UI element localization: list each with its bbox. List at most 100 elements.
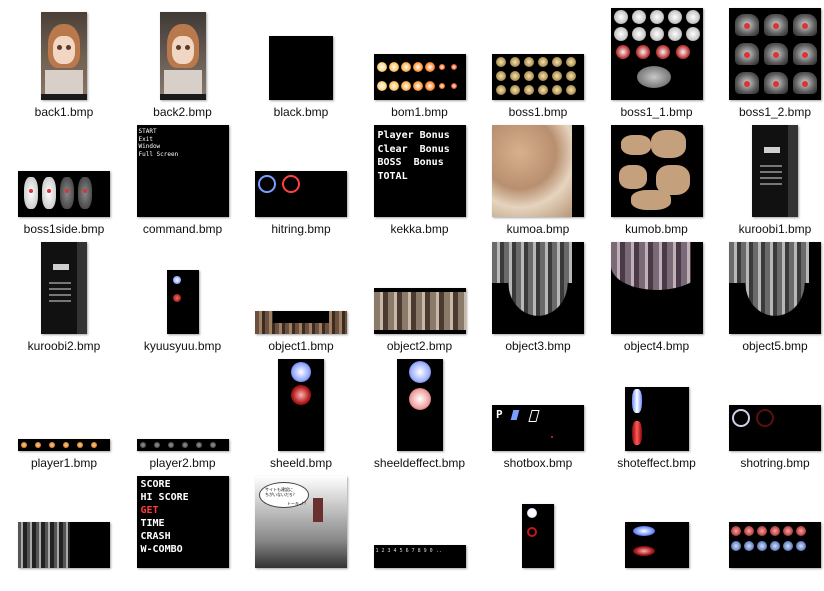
file-item[interactable]: kuroobi2.bmp — [5, 240, 123, 357]
file-thumbnail[interactable]: START Exit Window Full Screen — [136, 125, 229, 217]
file-thumbnail[interactable] — [159, 12, 206, 100]
sprite-dot — [524, 85, 534, 95]
sprite-text: START Exit Window Full Screen — [139, 128, 179, 158]
file-item[interactable] — [716, 474, 824, 591]
file-item[interactable]: object1.bmp — [242, 240, 360, 357]
file-thumbnail[interactable] — [396, 359, 443, 451]
file-thumbnail[interactable] — [18, 171, 110, 217]
sprite-dot — [510, 57, 520, 67]
file-item[interactable]: kumob.bmp — [598, 123, 716, 240]
sprite-dot — [167, 442, 174, 448]
sprite-dot — [400, 62, 411, 72]
file-item[interactable]: object2.bmp — [361, 240, 479, 357]
sprite-dot — [744, 52, 750, 58]
file-thumbnail[interactable]: サイトも建設に ちがいないだろ？ トーキ…!! — [255, 476, 347, 568]
text-line — [760, 177, 782, 179]
edge — [572, 242, 584, 334]
file-item[interactable]: back1.bmp — [5, 6, 123, 123]
sprite-dot — [527, 527, 537, 537]
sprite-dot — [209, 442, 216, 448]
file-item[interactable]: player1.bmp — [5, 357, 123, 474]
file-thumbnail[interactable] — [610, 242, 703, 334]
sprite-dot — [424, 62, 435, 72]
file-item[interactable]: Pshotbox.bmp — [479, 357, 597, 474]
file-thumbnail[interactable] — [255, 311, 347, 334]
file-thumbnail[interactable] — [522, 504, 554, 568]
file-item[interactable]: kyuusyuu.bmp — [124, 240, 242, 357]
file-thumbnail[interactable] — [41, 242, 87, 334]
file-item[interactable]: SCORE HI SCORE GET TIME CRASH W-COMBO — [124, 474, 242, 591]
file-item[interactable]: black.bmp — [242, 6, 360, 123]
file-item[interactable] — [598, 474, 716, 591]
file-thumbnail[interactable]: 1 2 3 4 5 6 7 8 9 0 .. — [373, 545, 466, 568]
file-thumbnail[interactable] — [373, 54, 466, 100]
file-item[interactable]: player2.bmp — [124, 357, 242, 474]
file-thumbnail[interactable]: Player Bonus Clear Bonus BOSS Bonus TOTAL — [373, 125, 466, 217]
file-thumbnail[interactable] — [492, 242, 584, 334]
face — [171, 36, 194, 64]
file-item[interactable]: sheeldeffect.bmp — [361, 357, 479, 474]
file-thumbnail[interactable] — [752, 125, 798, 217]
file-thumbnail[interactable]: P — [492, 405, 584, 451]
file-thumbnail[interactable] — [610, 8, 703, 100]
file-thumbnail[interactable] — [136, 439, 229, 451]
file-item[interactable]: kuroobi1.bmp — [716, 123, 824, 240]
pillar-strip — [373, 292, 466, 330]
file-thumbnail[interactable] — [269, 36, 333, 100]
sprite-dot — [667, 27, 682, 41]
file-item[interactable]: back2.bmp — [124, 6, 242, 123]
file-item[interactable]: object4.bmp — [598, 240, 716, 357]
file-item[interactable]: サイトも建設に ちがいないだろ？ トーキ…!! — [242, 474, 360, 591]
file-item[interactable] — [5, 474, 123, 591]
file-name-label: shoteffect.bmp — [617, 456, 696, 470]
file-item[interactable]: START Exit Window Full Screen command.bmp — [124, 123, 242, 240]
file-thumbnail[interactable] — [18, 522, 110, 568]
sprite-dot — [566, 71, 576, 81]
file-thumbnail[interactable] — [278, 359, 324, 451]
sprite-dot — [291, 362, 311, 382]
file-thumbnail[interactable]: SCORE HI SCORE GET TIME CRASH W-COMBO — [136, 476, 229, 568]
shot-icon — [510, 410, 520, 420]
sprite-dot — [510, 85, 520, 95]
file-item[interactable]: kumoa.bmp — [479, 123, 597, 240]
file-item[interactable]: boss1.bmp — [479, 6, 597, 123]
file-item[interactable]: hitring.bmp — [242, 123, 360, 240]
file-item[interactable] — [479, 474, 597, 591]
file-item[interactable]: boss1_2.bmp — [716, 6, 824, 123]
sprite-dot — [802, 52, 808, 58]
file-item[interactable]: boss1_1.bmp — [598, 6, 716, 123]
floor-mask — [492, 283, 584, 334]
file-item[interactable]: shoteffect.bmp — [598, 357, 716, 474]
file-thumbnail[interactable] — [729, 405, 821, 451]
file-item[interactable]: bom1.bmp — [361, 6, 479, 123]
file-thumbnail[interactable] — [729, 8, 821, 100]
file-name-label: kumob.bmp — [625, 222, 688, 236]
edge — [690, 125, 703, 217]
sprite-dot — [388, 81, 399, 91]
file-thumbnail[interactable] — [373, 288, 466, 334]
sprite-dot — [635, 45, 650, 59]
file-thumbnail[interactable] — [624, 387, 689, 451]
file-item[interactable]: Player Bonus Clear Bonus BOSS Bonus TOTAL ke… — [361, 123, 479, 240]
file-item[interactable]: shotring.bmp — [716, 357, 824, 474]
file-item[interactable]: sheeld.bmp — [242, 357, 360, 474]
file-thumbnail[interactable] — [492, 54, 584, 100]
file-thumbnail[interactable] — [610, 125, 703, 217]
file-item[interactable]: object5.bmp — [716, 240, 824, 357]
file-item[interactable]: 1 2 3 4 5 6 7 8 9 0 .. — [361, 474, 479, 591]
sprite-text-line: TOTAL — [377, 170, 408, 182]
file-thumbnail[interactable] — [41, 12, 87, 100]
file-thumbnail[interactable] — [166, 270, 199, 334]
file-item[interactable]: object3.bmp — [479, 240, 597, 357]
file-thumbnail[interactable] — [729, 242, 821, 334]
file-thumbnail[interactable] — [492, 125, 584, 217]
file-thumbnail[interactable] — [729, 522, 821, 568]
sprite-dot — [566, 57, 576, 67]
file-thumbnail[interactable] — [18, 439, 110, 451]
file-thumbnail[interactable] — [255, 171, 347, 217]
file-name-label: boss1_2.bmp — [738, 105, 812, 119]
file-thumbnail[interactable] — [624, 522, 689, 568]
boss-side-sprite — [24, 177, 38, 209]
sprite-dot — [527, 508, 537, 518]
file-item[interactable]: boss1side.bmp — [5, 123, 123, 240]
